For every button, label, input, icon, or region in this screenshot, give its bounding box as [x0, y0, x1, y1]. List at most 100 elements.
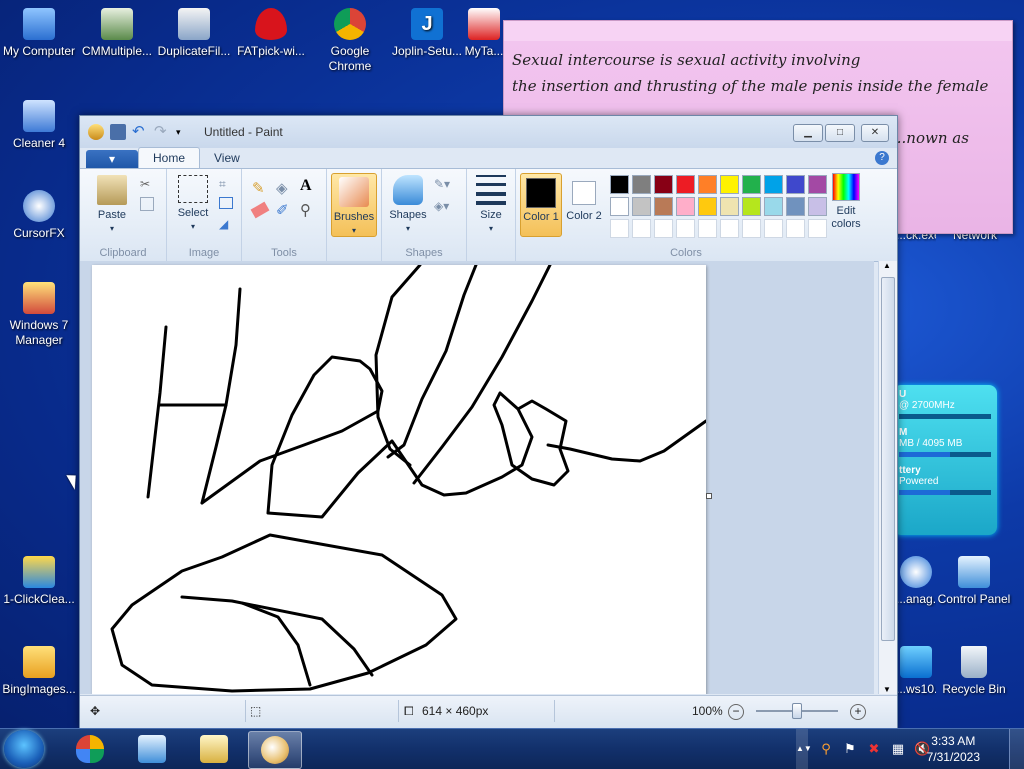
action-center-tray-icon[interactable]: ✖ — [866, 741, 882, 757]
cut-icon[interactable]: ✂ — [140, 177, 150, 191]
search-tray-icon[interactable]: ⚲ — [818, 741, 834, 757]
desktop-icon-mytask[interactable]: MyTa... — [462, 8, 506, 59]
color2-button[interactable]: Color 2 — [564, 173, 604, 235]
outline-icon[interactable]: ✎▾ — [434, 177, 450, 191]
tab-home[interactable]: Home — [138, 147, 201, 168]
taskbar-app-paint[interactable] — [248, 731, 302, 769]
eraser-icon[interactable] — [250, 201, 270, 219]
desktop-icon-cleaner[interactable]: Cleaner 4 — [0, 100, 78, 151]
taskbar-app-shield[interactable] — [64, 731, 116, 767]
drawing-canvas[interactable] — [92, 265, 712, 694]
custom-color-slot[interactable] — [764, 219, 783, 238]
desktop-icon-fatpick[interactable]: FATpick-wi... — [232, 8, 310, 59]
desktop-icon-google-chrome[interactable]: Google Chrome — [311, 8, 389, 74]
custom-color-slot[interactable] — [654, 219, 673, 238]
desktop-icon-recycle-bin[interactable]: Recycle Bin — [935, 646, 1013, 697]
palette-color-swatch[interactable] — [698, 175, 717, 194]
desktop-icon-cmmultiple[interactable]: CMMultiple... — [78, 8, 156, 59]
undo-icon[interactable]: ↶ — [132, 124, 148, 140]
zoom-in-button[interactable]: + — [850, 704, 866, 720]
palette-color-swatch[interactable] — [742, 197, 761, 216]
tab-view[interactable]: View — [200, 148, 254, 168]
desktop-icon-windows10[interactable]: ...ws10... — [896, 646, 936, 697]
brushes-button[interactable]: Brushes ▾ — [331, 173, 377, 237]
pencil-icon[interactable]: ✎ — [252, 179, 265, 197]
paste-button[interactable]: Paste ▾ — [90, 175, 134, 235]
custom-color-slot[interactable] — [786, 219, 805, 238]
scroll-up-arrow-icon[interactable]: ▲ — [883, 261, 891, 270]
color-picker-icon[interactable]: ✐ — [276, 201, 289, 219]
magnifier-icon[interactable]: ⚲ — [300, 201, 311, 219]
system-monitor-gadget[interactable]: U @ 2700MHz M MB / 4095 MB ttery Powered — [893, 385, 997, 535]
crop-icon[interactable]: ⌗ — [219, 177, 226, 192]
sticky-note-header[interactable] — [504, 21, 1012, 41]
zoom-out-button[interactable]: − — [728, 704, 744, 720]
custom-color-slot[interactable] — [676, 219, 695, 238]
save-icon[interactable] — [110, 124, 126, 140]
palette-color-swatch[interactable] — [764, 197, 783, 216]
palette-color-swatch[interactable] — [610, 197, 629, 216]
palette-color-swatch[interactable] — [786, 197, 805, 216]
close-button[interactable]: ✕ — [861, 124, 889, 142]
vertical-scrollbar[interactable]: ▲ ▼ — [878, 261, 897, 694]
shapes-button[interactable]: Shapes ▾ — [386, 175, 430, 235]
palette-color-swatch[interactable] — [676, 197, 695, 216]
copy-icon[interactable] — [140, 197, 154, 211]
canvas-resize-handle-right[interactable] — [706, 493, 712, 499]
custom-color-slot[interactable] — [698, 219, 717, 238]
desktop-icon-duplicatefile[interactable]: DuplicateFil... — [155, 8, 233, 59]
desktop-icon-cursorfx[interactable]: CursorFX — [0, 190, 78, 241]
palette-color-swatch[interactable] — [786, 175, 805, 194]
title-bar[interactable]: ↶ ↷ ▾ Untitled - Paint ▁ □ ✕ — [80, 116, 897, 148]
palette-color-swatch[interactable] — [654, 197, 673, 216]
custom-color-slot[interactable] — [632, 219, 651, 238]
desktop-icon-control-panel[interactable]: Control Panel — [935, 556, 1013, 607]
size-button[interactable]: Size ▾ — [473, 175, 509, 235]
text-tool-icon[interactable]: A — [300, 177, 312, 195]
paint-app-icon[interactable] — [88, 124, 104, 140]
palette-color-swatch[interactable] — [808, 175, 827, 194]
file-menu-button[interactable]: ▾ — [86, 150, 138, 168]
scrollbar-thumb[interactable] — [881, 277, 895, 641]
palette-color-swatch[interactable] — [808, 197, 827, 216]
edit-colors-button[interactable]: Edit colors — [826, 173, 866, 231]
desktop-icon-my-computer[interactable]: My Computer — [0, 8, 78, 59]
palette-color-swatch[interactable] — [676, 175, 695, 194]
palette-color-swatch[interactable] — [610, 175, 629, 194]
palette-color-swatch[interactable] — [720, 197, 739, 216]
color1-button[interactable]: Color 1 — [520, 173, 562, 237]
scroll-down-arrow-icon[interactable]: ▼ — [883, 685, 891, 694]
desktop-icon-wifi-manager[interactable]: ...anag... — [896, 556, 936, 607]
taskbar-clock[interactable]: 3:33 AM 7/31/2023 — [927, 733, 980, 765]
resize-icon[interactable] — [219, 197, 233, 209]
desktop-icon-bingimages[interactable]: BingImages... — [0, 646, 78, 697]
palette-color-swatch[interactable] — [720, 175, 739, 194]
palette-color-swatch[interactable] — [698, 197, 717, 216]
paint-window[interactable]: ↶ ↷ ▾ Untitled - Paint ▁ □ ✕ ▾ Home View… — [79, 115, 898, 729]
network-tray-icon[interactable]: ▦ — [890, 741, 906, 757]
zoom-slider-thumb[interactable] — [792, 703, 802, 719]
flag-tray-icon[interactable]: ⚑ — [842, 741, 858, 757]
palette-color-swatch[interactable] — [742, 175, 761, 194]
help-icon[interactable]: ? — [875, 151, 889, 165]
custom-color-slot[interactable] — [742, 219, 761, 238]
custom-color-slot[interactable] — [720, 219, 739, 238]
start-button[interactable] — [4, 730, 44, 768]
fill-icon[interactable]: ◈▾ — [434, 199, 449, 213]
select-button[interactable]: Select ▾ — [173, 175, 213, 233]
redo-icon[interactable]: ↷ — [154, 124, 170, 140]
custom-color-slot[interactable] — [610, 219, 629, 238]
rotate-icon[interactable]: ◢ — [219, 217, 228, 231]
taskbar-app-docs[interactable] — [188, 731, 240, 767]
taskbar-app-control[interactable] — [126, 731, 178, 767]
tray-overflow-icon[interactable]: ▲▼ — [796, 729, 812, 769]
desktop-icon-1clickcleaner[interactable]: 1-ClickClea... — [0, 556, 78, 607]
fill-bucket-icon[interactable]: ◈ — [276, 179, 288, 197]
custom-color-slot[interactable] — [808, 219, 827, 238]
maximize-button[interactable]: □ — [825, 124, 855, 142]
palette-color-swatch[interactable] — [764, 175, 783, 194]
customize-quick-access-icon[interactable]: ▾ — [176, 124, 192, 140]
minimize-button[interactable]: ▁ — [793, 124, 823, 142]
show-desktop-button[interactable] — [1009, 729, 1024, 769]
palette-color-swatch[interactable] — [632, 197, 651, 216]
